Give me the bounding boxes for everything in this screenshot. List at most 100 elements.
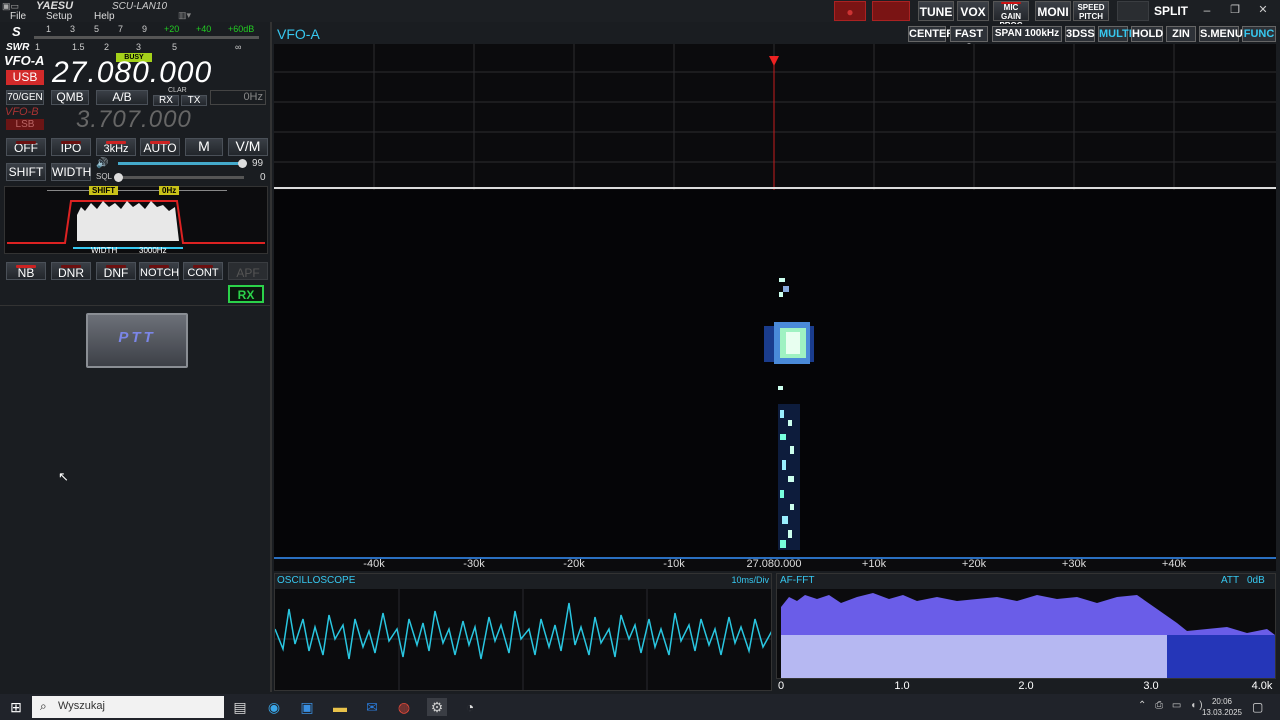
3dss-button[interactable]: 3DSS (1065, 26, 1095, 42)
af-fft-att-value: 0dB (1247, 575, 1265, 586)
play-button[interactable] (872, 1, 910, 21)
apf-button[interactable]: APF (228, 262, 268, 280)
explorer-icon[interactable]: ▬ (330, 698, 350, 716)
swr-tick-5: 5 (172, 42, 178, 52)
ipo-button[interactable]: IPO (51, 138, 91, 156)
minimize-button[interactable]: – (1198, 3, 1216, 17)
display-mode-icon[interactable]: ▥▾ (178, 10, 202, 20)
ptt-label: PTT (118, 329, 156, 346)
menu-file[interactable]: File (10, 11, 26, 22)
task-view-icon[interactable]: ▤ (230, 698, 250, 716)
af-fft-spectrum (781, 593, 1275, 635)
gen-button[interactable]: 70/GEN (6, 90, 44, 105)
radio-app-icon[interactable]: ⚙ (427, 698, 447, 716)
notch-led (149, 265, 169, 268)
ptt-button[interactable]: PTT (86, 313, 188, 368)
af-fft-header (777, 574, 1275, 589)
af-gain-knob[interactable] (238, 159, 247, 168)
vfo-b-mode[interactable]: LSB (6, 119, 44, 130)
speed-pitch-button[interactable]: SPEED PITCH (1073, 1, 1109, 21)
tune-button[interactable]: TUNE (918, 1, 954, 21)
notification-icon[interactable]: ▢ (1252, 700, 1263, 714)
waterfall-trail (778, 386, 800, 550)
vfo-a-frequency[interactable]: 27.080.000 (52, 56, 268, 90)
af-gain-value: 99 (252, 158, 264, 169)
zin-button[interactable]: ZIN (1166, 26, 1196, 42)
search-icon: ⌕ (40, 699, 47, 713)
speed-button[interactable]: FAST 3 (950, 26, 988, 54)
outlook-icon[interactable]: ✉ (362, 698, 382, 716)
ipo-led (61, 141, 81, 144)
edge-icon[interactable]: ◉ (264, 698, 284, 716)
qmb-button[interactable]: QMB (51, 90, 89, 105)
vfo-a-mode[interactable]: USB (6, 70, 44, 85)
multi-button[interactable]: MULTI (1098, 26, 1132, 42)
clar-rx-button[interactable]: RX (153, 95, 179, 106)
waterfall-signal (764, 278, 814, 550)
func-button[interactable]: FUNC (1242, 26, 1276, 42)
af-axis-1: 1.0 (894, 680, 910, 692)
spectrum-panel[interactable] (274, 44, 1276, 190)
taskbar-search[interactable]: ⌕ Wyszukaj (32, 696, 224, 718)
dnf-led (106, 265, 126, 268)
tick-plus10k: +10k (861, 558, 887, 570)
bw-button[interactable]: 3kHz (96, 138, 136, 156)
clar-tx-button[interactable]: TX (181, 95, 207, 106)
dnf-button[interactable]: DNF (96, 262, 136, 280)
spectrum-grid (274, 44, 1276, 190)
store-icon[interactable]: ▣ (297, 698, 317, 716)
swr-tick-3: 3 (136, 42, 142, 52)
nb-button[interactable]: NB (6, 262, 46, 280)
tick-plus30k: +30k (1061, 558, 1087, 570)
sql-label: SQL (96, 172, 113, 181)
center-marker-icon (769, 56, 779, 66)
cont-button[interactable]: CONT (183, 262, 223, 280)
moni-button[interactable]: MONI (1035, 1, 1071, 21)
waterfall-burst-top (779, 278, 789, 297)
width-label: WIDTH (91, 246, 118, 255)
shift-button[interactable]: SHIFT (6, 163, 46, 181)
vox-button[interactable]: VOX (957, 1, 989, 21)
ab-button[interactable]: A/B (96, 90, 148, 105)
restore-button[interactable]: ❐ (1226, 3, 1244, 16)
att-off-button[interactable]: OFF (6, 138, 46, 156)
record-button[interactable]: ● (834, 1, 866, 21)
m-button[interactable]: M (185, 138, 223, 156)
notch-button[interactable]: NOTCH (139, 262, 179, 280)
shift-value: 0Hz (159, 186, 180, 195)
mouse-cursor-icon: ↖ (58, 469, 69, 484)
chrome-icon[interactable]: ◍ (394, 698, 414, 716)
clock-time: 20:06 (1211, 697, 1233, 706)
mic-gain-proc-button[interactable]: MIC GAIN PROC (993, 1, 1029, 30)
windows-start-icon[interactable]: ⊞ (6, 698, 26, 716)
key-button[interactable] (1117, 1, 1149, 21)
cont-led (193, 265, 213, 268)
agc-auto-button[interactable]: AUTO (140, 138, 180, 156)
att-led (16, 141, 36, 144)
swr-tick-inf: ∞ (235, 42, 242, 52)
swr-tick-15: 1.5 (72, 42, 85, 52)
s-meter-scale: 1 3 5 7 9 +20 +40 +60dB (30, 24, 265, 36)
smenu-button[interactable]: S.MENU (1199, 26, 1243, 42)
close-button[interactable]: ✕ (1254, 3, 1272, 16)
vfo-b-frequency[interactable]: 3.707.000 (76, 106, 268, 134)
width-button[interactable]: WIDTH (51, 163, 91, 181)
waterfall-panel[interactable] (274, 190, 1276, 557)
s-tick-7: 7 (118, 24, 124, 34)
clar-label: CLAR (168, 87, 187, 94)
split-button[interactable]: SPLIT (1152, 1, 1190, 21)
menu-help[interactable]: Help (94, 11, 115, 22)
vm-button[interactable]: V/M (228, 138, 268, 156)
hold-button[interactable]: HOLD (1131, 26, 1163, 42)
span-button[interactable]: SPAN 100kHz (992, 26, 1062, 42)
sql-slider[interactable] (118, 176, 244, 179)
af-gain-slider[interactable] (118, 162, 244, 165)
menu-setup[interactable]: Setup (46, 11, 72, 22)
clar-offset: 0Hz (210, 90, 266, 105)
sql-knob[interactable] (114, 173, 123, 182)
oscilloscope-panel: OSCILLOSCOPE 10ms/Div (274, 573, 772, 691)
center-button[interactable]: CENTER (908, 26, 954, 42)
vfo-a-label: VFO-A (4, 53, 45, 68)
dnr-button[interactable]: DNR (51, 262, 91, 280)
timer-app-icon[interactable]: ◔ (460, 698, 480, 716)
